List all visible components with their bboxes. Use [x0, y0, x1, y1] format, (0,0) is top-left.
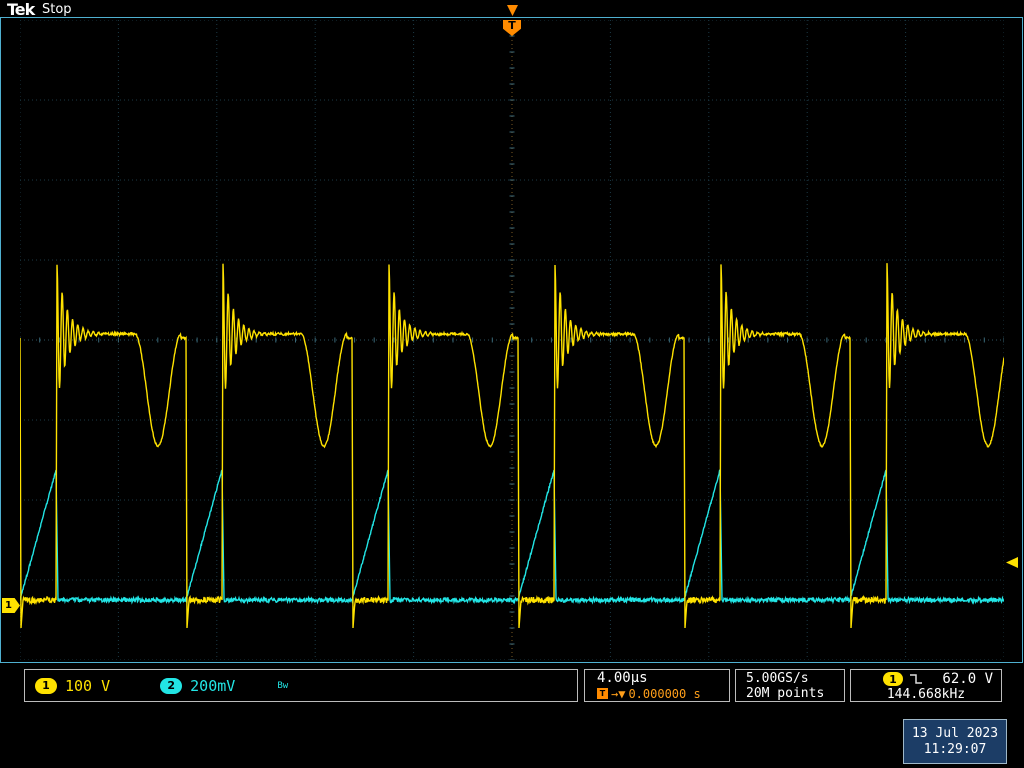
ch2-badge[interactable]: 2 [160, 678, 182, 694]
timebase-readout: 4.00µs [597, 671, 729, 686]
trigger-position-value: 0.000000 s [628, 687, 700, 701]
waveform-display: T 1 [0, 17, 1023, 663]
trigger-level-readout: 62.0 V [942, 671, 993, 687]
ch1-ground-marker[interactable]: 1 [2, 598, 20, 613]
ch1-badge[interactable]: 1 [35, 678, 57, 694]
arrow-marker-icon: →▼ [611, 687, 625, 701]
ch2-scale: 200mV [190, 677, 235, 695]
ch1-scale: 100 V [65, 677, 110, 695]
trigger-position-arrow-icon[interactable] [507, 5, 518, 16]
channel-readout-box: 1 100 V 2 200mV Bw [24, 669, 578, 702]
ch2-bandwidth-icon: Bw [277, 681, 288, 691]
record-length-readout: 20M points [746, 686, 844, 701]
trigger-readout-box: 1 62.0 V 144.668kHz [850, 669, 1002, 702]
horizontal-readout-box: 4.00µs T →▼ 0.000000 s [584, 669, 730, 702]
date-readout: 13 Jul 2023 [912, 726, 998, 741]
acquisition-status: Stop [42, 2, 72, 17]
acquisition-readout-box: 5.00GS/s 20M points [735, 669, 845, 702]
trigger-icon: T [597, 688, 608, 699]
sample-rate-readout: 5.00GS/s [746, 671, 844, 686]
waveform-plot [20, 20, 1004, 660]
trigger-settings-row: 1 62.0 V [851, 670, 1001, 687]
time-readout: 11:29:07 [924, 742, 987, 757]
trigger-source-badge[interactable]: 1 [883, 672, 903, 686]
trigger-frequency-readout: 144.668kHz [851, 687, 1001, 702]
trigger-position-readout: T →▼ 0.000000 s [597, 686, 729, 701]
trigger-slope-icon [909, 673, 923, 685]
trigger-level-arrow-icon[interactable] [1006, 557, 1018, 568]
oscilloscope-screen: Tek Stop T 1 1 100 V 2 200mV Bw 4.00µs T… [0, 0, 1024, 768]
ch1-waveform [20, 263, 1004, 628]
datetime-box: 13 Jul 2023 11:29:07 [903, 719, 1007, 764]
